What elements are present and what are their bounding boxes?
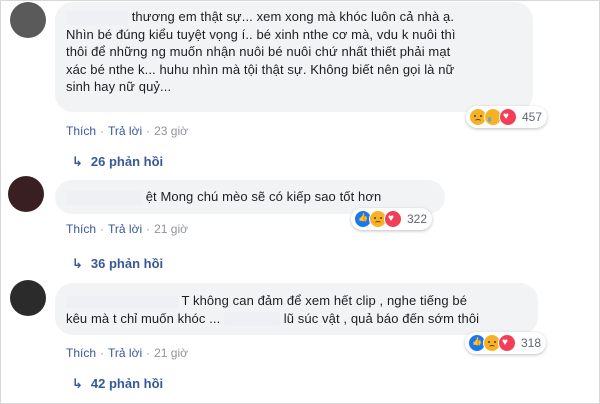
- reaction-summary[interactable]: 457: [466, 106, 548, 128]
- redacted-name: [66, 10, 128, 25]
- comment-line: sinh hay nữ quỷ...: [66, 79, 172, 94]
- love-icon: [384, 210, 402, 228]
- comment-line: Nhìn bé đúng kiểu tuyệt vọng í.. bé xinh…: [66, 26, 456, 42]
- reaction-count: 457: [522, 110, 543, 124]
- reaction-summary[interactable]: 318: [465, 332, 547, 354]
- reply-link[interactable]: Trả lời: [108, 346, 142, 360]
- reaction-count: 318: [521, 336, 542, 350]
- replies-count: 36 phản hồi: [90, 256, 164, 271]
- replies-count: 26 phản hồi: [90, 154, 164, 169]
- timestamp[interactable]: 21 giờ: [154, 222, 188, 236]
- redacted-name: [224, 312, 281, 327]
- view-replies-link[interactable]: ↳ 36 phản hồi: [72, 256, 163, 272]
- view-replies-link[interactable]: ↳ 26 phản hồi: [72, 154, 163, 170]
- comment-line: T không can đảm để xem hết clip , nghe t…: [181, 293, 468, 308]
- timestamp[interactable]: 21 giờ: [154, 346, 188, 360]
- comment-line: thôi để những ng muốn nhận nuôi bé nuôi …: [66, 44, 451, 59]
- separator-dot: ·: [146, 346, 151, 360]
- comment-actions: Thích · Trả lời · 21 giờ: [66, 346, 188, 360]
- avatar[interactable]: [10, 2, 46, 38]
- reply-arrow-icon: ↳: [72, 376, 83, 391]
- like-link[interactable]: Thích: [66, 346, 96, 360]
- reply-link[interactable]: Trả lời: [108, 222, 142, 236]
- separator-dot: ·: [100, 222, 105, 236]
- comment-actions: Thích · Trả lời · 21 giờ: [66, 222, 188, 236]
- reaction-count: 322: [407, 212, 428, 226]
- reply-link[interactable]: Trả lời: [108, 124, 142, 138]
- comment-line: lũ súc vật , quả báo đến sớm thôi: [283, 310, 480, 326]
- comment-text: thương em thật sự... xem xong mà khóc lu…: [66, 8, 536, 96]
- timestamp[interactable]: 23 giờ: [154, 124, 188, 138]
- like-link[interactable]: Thích: [66, 222, 96, 236]
- comment-line: thương em thật sự... xem xong mà khóc lu…: [131, 9, 455, 24]
- comment-line: ệt Mong chú mèo sẽ có kiếp sao tốt hơn: [145, 189, 382, 204]
- avatar[interactable]: [8, 176, 44, 212]
- redacted-name: [66, 190, 142, 205]
- view-replies-link[interactable]: ↳ 42 phản hồi: [72, 376, 163, 392]
- separator-dot: ·: [100, 124, 105, 138]
- separator-dot: ·: [100, 346, 105, 360]
- love-icon: [498, 334, 516, 352]
- reply-arrow-icon: ↳: [72, 154, 83, 169]
- comment-line: kêu mà t chỉ muốn khóc ...: [66, 310, 221, 326]
- like-link[interactable]: Thích: [66, 124, 96, 138]
- replies-count: 42 phản hồi: [90, 376, 164, 391]
- comment-text: ệt Mong chú mèo sẽ có kiếp sao tốt hơn: [66, 188, 381, 206]
- reply-arrow-icon: ↳: [72, 256, 83, 271]
- reaction-summary[interactable]: 322: [351, 208, 433, 230]
- separator-dot: ·: [146, 222, 151, 236]
- comment-line: xác bé nthe k... huhu nhìn mà tội thật s…: [66, 61, 455, 77]
- comment-actions: Thích · Trả lời · 23 giờ: [66, 124, 188, 138]
- redacted-name: [66, 295, 178, 308]
- separator-dot: ·: [146, 124, 151, 138]
- avatar[interactable]: [10, 280, 46, 316]
- comment-text: T không can đảm để xem hết clip , nghe t…: [66, 292, 536, 327]
- love-icon: [499, 108, 517, 126]
